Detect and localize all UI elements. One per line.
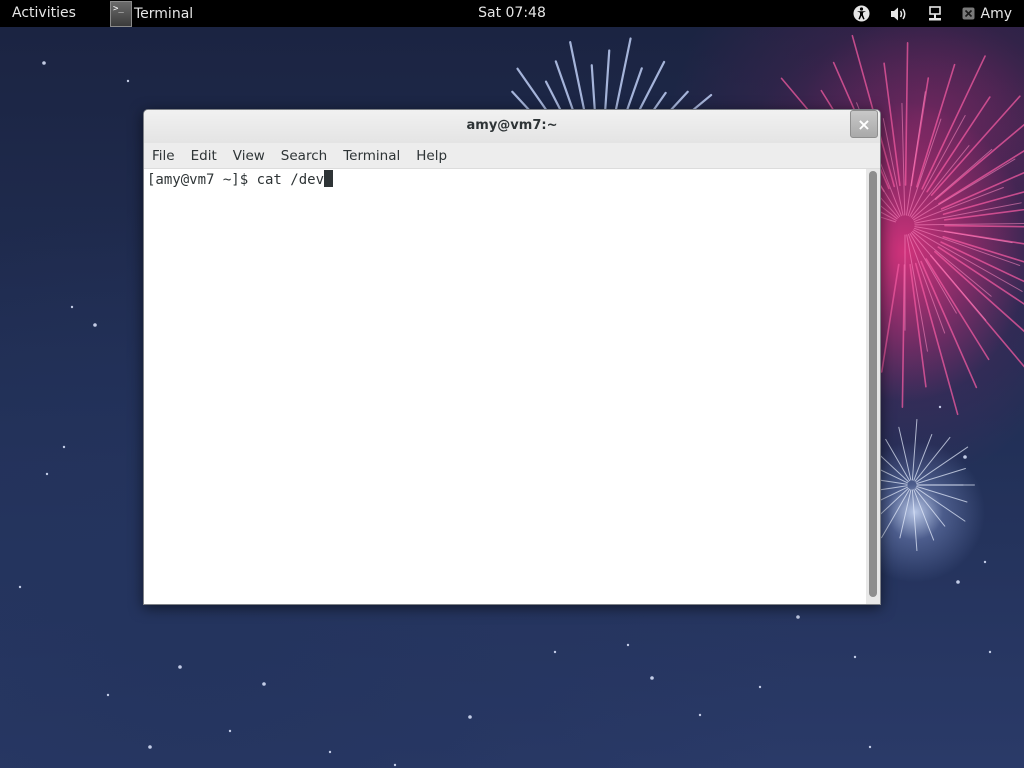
menu-view[interactable]: View — [225, 148, 273, 164]
terminal-prompt: [amy@vm7 ~]$ — [147, 172, 257, 188]
scrollbar-thumb[interactable] — [869, 171, 877, 597]
window-titlebar[interactable]: amy@vm7:~ × — [144, 110, 880, 143]
user-status-icon — [962, 7, 974, 20]
menu-bar: File Edit View Search Terminal Help — [144, 143, 880, 169]
volume-icon[interactable] — [890, 6, 908, 22]
top-bar: Activities >_ Terminal Sat 07:48 Amy — [0, 0, 1024, 27]
app-menu[interactable]: >_ Terminal — [110, 0, 193, 27]
activities-button[interactable]: Activities — [12, 5, 76, 21]
terminal-line: [amy@vm7 ~]$ cat /dev — [147, 170, 334, 188]
menu-terminal[interactable]: Terminal — [335, 148, 408, 164]
network-icon[interactable] — [928, 5, 942, 22]
accessibility-icon[interactable] — [853, 5, 870, 22]
terminal-area[interactable]: [amy@vm7 ~]$ cat /dev — [144, 169, 866, 604]
close-icon: × — [857, 114, 871, 134]
user-menu[interactable]: Amy — [962, 5, 1013, 22]
menu-help[interactable]: Help — [408, 148, 455, 164]
user-name: Amy — [980, 5, 1013, 22]
menu-edit[interactable]: Edit — [183, 148, 225, 164]
scrollbar[interactable] — [866, 169, 880, 604]
menu-search[interactable]: Search — [273, 148, 335, 164]
terminal-command: cat /dev — [256, 172, 325, 188]
close-button[interactable]: × — [850, 110, 878, 138]
terminal-app-icon: >_ — [110, 0, 132, 27]
text-cursor — [324, 170, 334, 187]
system-tray: Amy — [853, 0, 1013, 27]
terminal-window: amy@vm7:~ × File Edit View Search Termin… — [143, 109, 881, 605]
menu-file[interactable]: File — [144, 148, 183, 164]
window-title: amy@vm7:~ — [466, 118, 558, 133]
clock[interactable]: Sat 07:48 — [478, 5, 546, 21]
app-menu-label: Terminal — [134, 5, 194, 22]
